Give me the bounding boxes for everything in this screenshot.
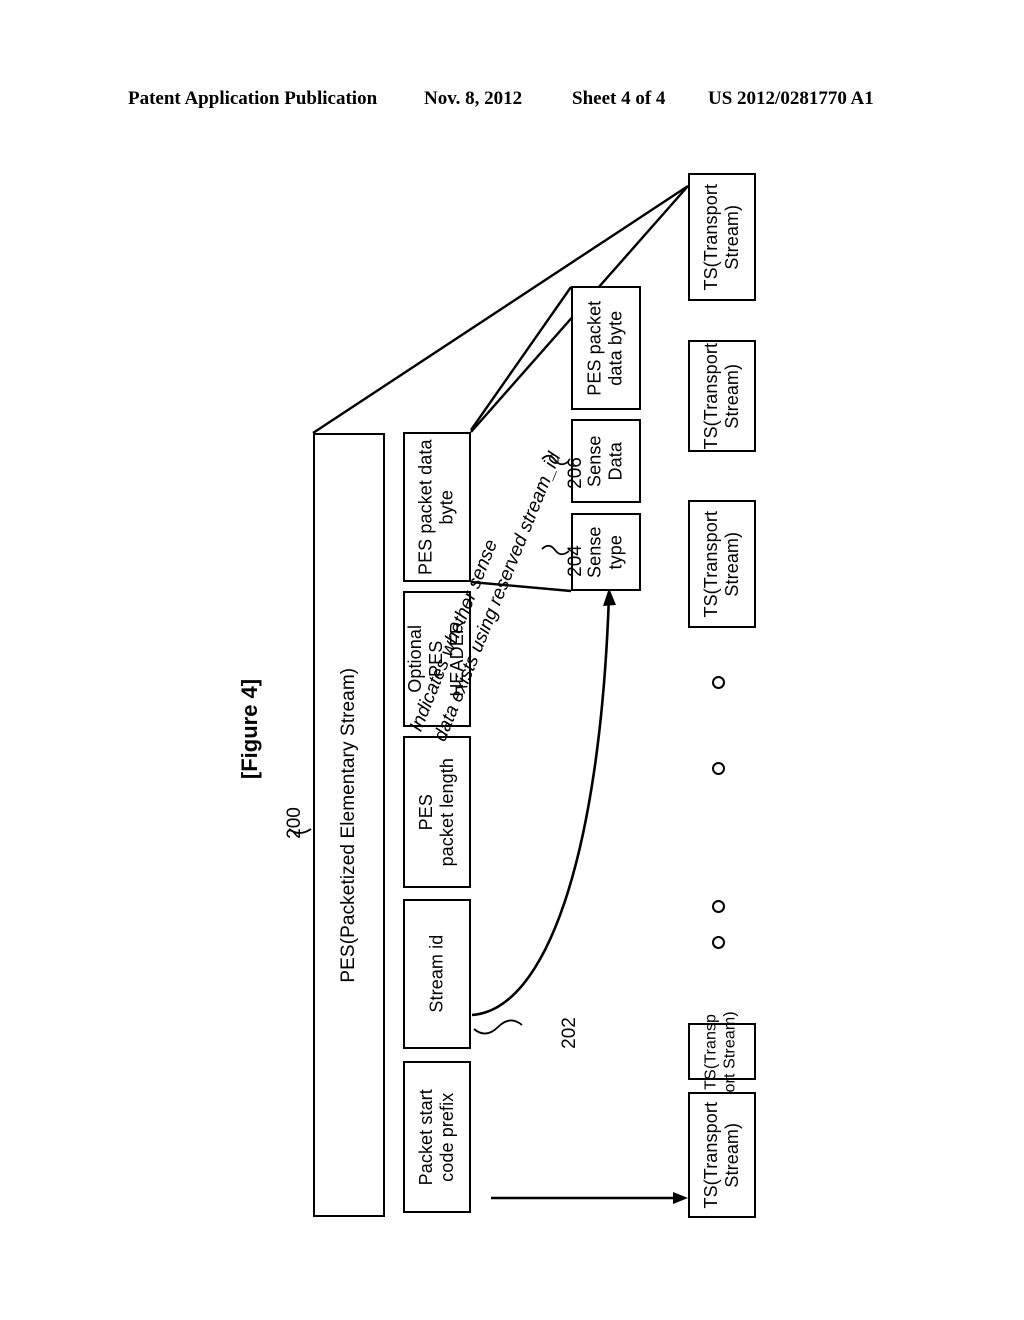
pes-packet-data-byte-payload-box: PES packet data byte (571, 286, 641, 410)
transport-stream-box-4: TS(Transp ort Stream) (688, 1011, 756, 1092)
pes-packet-data-byte-payload-label: PES packet data byte (584, 300, 626, 396)
reference-numeral-204-text: 204 (564, 545, 586, 577)
transport-stream-box-5: TS(Transport Stream) (688, 1092, 756, 1218)
stream-id-label: Stream id (426, 935, 447, 1013)
transport-stream-box-3: TS(Transport Stream) (688, 500, 756, 628)
pes-container-box: PES(Packetized Elementary Stream) (313, 433, 385, 1217)
transport-stream-box-2-label: TS(Transport Stream) (700, 342, 742, 450)
ellipsis-dot-2 (712, 762, 725, 775)
pes-packet-data-byte-field-label: PES packet data byte (415, 439, 457, 575)
figure-caption-text: [Figure 4] (237, 678, 263, 780)
reference-numeral-202: 202 (533, 1000, 586, 1066)
ellipsis-dot-3 (712, 900, 725, 913)
pes-packet-length-box: PES packet length (403, 736, 471, 888)
packet-start-code-prefix-label: Packet start code prefix (415, 1088, 457, 1186)
transport-stream-box-1: TS(Transport Stream) (688, 173, 756, 301)
reference-numeral-204: 204 (539, 528, 592, 594)
figure-caption: [Figure 4] (176, 679, 301, 779)
transport-stream-box-1-label: TS(Transport Stream) (700, 183, 742, 291)
ellipsis-dot-1 (712, 676, 725, 689)
reference-numeral-200: 200 (258, 790, 311, 856)
transport-stream-box-5-label: TS(Transport Stream) (700, 1101, 742, 1209)
packet-start-code-prefix-box: Packet start code prefix (403, 1061, 471, 1213)
transport-stream-box-3-label: TS(Transport Stream) (700, 510, 742, 618)
reference-numeral-200-text: 200 (283, 807, 305, 839)
reference-numeral-202-text: 202 (558, 1017, 580, 1049)
ellipsis-dot-4 (712, 936, 725, 949)
transport-stream-box-4-label: TS(Transp ort Stream) (703, 1010, 739, 1093)
pes-packet-data-byte-field-box: PES packet data byte (403, 432, 471, 582)
reference-numeral-206-text: 206 (564, 457, 586, 489)
stream-id-box: Stream id (403, 899, 471, 1049)
transport-stream-box-2: TS(Transport Stream) (688, 340, 756, 452)
pes-container-label: PES(Packetized Elementary Stream) (337, 667, 359, 983)
pes-packet-length-label: PES packet length (415, 757, 458, 867)
connector-lines (288, 184, 689, 1204)
figure-drawing: [Figure 4] 200 PES(Packetized Elementary… (0, 0, 1024, 1320)
